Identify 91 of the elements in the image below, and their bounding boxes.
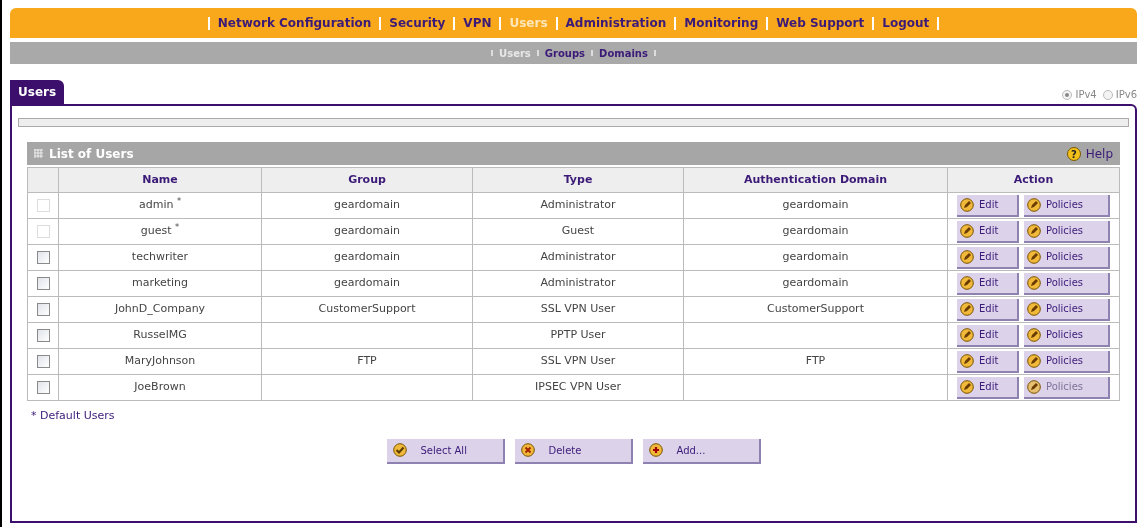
pencil-icon: [960, 379, 974, 394]
nav-link[interactable]: VPN: [463, 14, 492, 32]
table-cell: FTP: [683, 348, 948, 375]
radio-label: IPv6: [1115, 88, 1137, 102]
help-icon: ?: [1066, 146, 1081, 161]
table-cell: JoeBrown: [58, 374, 262, 401]
table-cell: geardomain: [683, 244, 948, 271]
add-button[interactable]: Add...: [642, 438, 761, 464]
table-cell: admin $^{*}$: [58, 192, 262, 219]
nav-link[interactable]: Network Configuration: [217, 14, 372, 32]
pencil-icon: [960, 223, 974, 238]
table-cell: Administrator: [472, 244, 684, 271]
section-title: List of Users: [49, 145, 134, 163]
table-cell: RusselMG: [58, 322, 262, 349]
table-cell: Administrator: [472, 192, 684, 219]
close-icon: [520, 443, 535, 457]
grid-icon: [34, 149, 43, 158]
table-cell: CustomerSupport: [683, 296, 948, 323]
table-cell: geardomain: [261, 218, 473, 245]
policies-button[interactable]: Policies: [1024, 350, 1110, 373]
pencil-icon: [1027, 301, 1041, 316]
policies-button[interactable]: Policies: [1024, 272, 1110, 295]
checkbox[interactable]: [36, 250, 50, 264]
pencil-icon: [960, 249, 974, 264]
pencil-icon: [960, 327, 974, 342]
footnote: * Default Users: [31, 408, 116, 424]
nav-link[interactable]: Administration: [565, 14, 667, 32]
pencil-icon: [1027, 275, 1041, 290]
table-cell: geardomain: [261, 192, 473, 219]
nav-link[interactable]: Security: [389, 14, 446, 32]
radio-button[interactable]: [1062, 89, 1073, 100]
table-cell: geardomain: [683, 218, 948, 245]
table-cell: SSL VPN User: [472, 348, 684, 375]
table-cell: marketing: [58, 270, 262, 297]
check-icon: [392, 443, 407, 457]
column-header: Authentication Domain: [683, 167, 948, 193]
table-cell: MaryJohnson: [58, 348, 262, 375]
edit-button[interactable]: Edit: [957, 324, 1019, 347]
edit-button[interactable]: Edit: [957, 246, 1019, 269]
table-cell: Guest: [472, 218, 684, 245]
edit-button[interactable]: Edit: [957, 350, 1019, 373]
column-header: Action: [947, 167, 1120, 193]
table-cell: PPTP User: [472, 322, 684, 349]
pencil-icon: [960, 353, 974, 368]
table-cell: FTP: [261, 348, 473, 375]
subnav-link[interactable]: Groups: [544, 45, 586, 61]
policies-button[interactable]: Policies: [1024, 246, 1110, 269]
checkbox[interactable]: [36, 328, 50, 342]
table-cell: geardomain: [261, 244, 473, 271]
pencil-icon: [1027, 249, 1041, 264]
table-cell: SSL VPN User: [472, 296, 684, 323]
radio-label: IPv4: [1075, 88, 1097, 102]
pencil-icon: [1027, 223, 1041, 238]
policies-button[interactable]: Policies: [1024, 298, 1110, 321]
column-header: Group: [261, 167, 473, 193]
pencil-icon: [960, 275, 974, 290]
checkbox[interactable]: [36, 302, 50, 316]
table-cell: geardomain: [683, 270, 948, 297]
help-link[interactable]: ? Help: [1066, 144, 1113, 163]
nav-link[interactable]: Monitoring: [684, 14, 759, 32]
pencil-icon: [960, 301, 974, 316]
checkbox[interactable]: [36, 276, 50, 290]
radio-button[interactable]: [1102, 89, 1113, 100]
subnav-link[interactable]: Domains: [599, 45, 648, 61]
edit-button[interactable]: Edit: [957, 376, 1019, 399]
users-tab[interactable]: Users: [10, 80, 65, 104]
table-cell: techwriter: [58, 244, 262, 271]
pencil-icon: [1027, 327, 1041, 342]
table-cell: guest $^{*}$: [58, 218, 262, 245]
policies-button[interactable]: Policies: [1024, 324, 1110, 347]
edit-button[interactable]: Edit: [957, 298, 1019, 321]
pencil-icon: [1027, 197, 1041, 212]
table-cell: geardomain: [261, 270, 473, 297]
delete-button[interactable]: Delete: [514, 438, 633, 464]
table-cell: geardomain: [683, 192, 948, 219]
plus-icon: [648, 443, 663, 457]
nav-link[interactable]: Logout: [882, 14, 930, 32]
nav-link[interactable]: Web Support: [776, 14, 865, 32]
pencil-icon: [960, 197, 974, 212]
select-all-button[interactable]: Select All: [386, 438, 505, 464]
pencil-icon: [1027, 353, 1041, 368]
table-cell: JohnD_Company: [58, 296, 262, 323]
table-cell: CustomerSupport: [261, 296, 473, 323]
checkbox[interactable]: [36, 380, 50, 394]
edit-button[interactable]: Edit: [957, 272, 1019, 295]
column-header: Name: [58, 167, 262, 193]
checkbox[interactable]: [36, 354, 50, 368]
table-cell: IPSEC VPN User: [472, 374, 684, 401]
column-header: Type: [472, 167, 684, 193]
table-cell: Administrator: [472, 270, 684, 297]
pencil-icon: [1027, 379, 1041, 394]
